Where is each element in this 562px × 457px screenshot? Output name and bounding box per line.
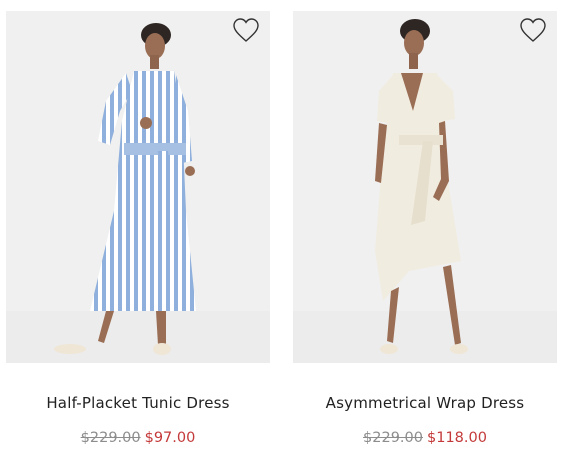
model-photo-striped-dress (6, 11, 270, 363)
product-price: $229.00 $97.00 (6, 430, 270, 446)
wishlist-button[interactable] (519, 17, 547, 43)
product-name[interactable]: Asymmetrical Wrap Dress (293, 394, 557, 412)
sale-price: $118.00 (427, 430, 487, 446)
model-photo-wrap-dress (293, 11, 557, 363)
original-price: $229.00 (80, 430, 141, 446)
product-image[interactable] (293, 11, 557, 363)
product-card[interactable]: Half-Placket Tunic Dress $229.00 $97.00 (6, 11, 270, 446)
sale-price: $97.00 (144, 430, 196, 446)
heart-outline-icon (520, 18, 546, 42)
original-price: $229.00 (363, 430, 423, 446)
product-price: $229.00 $118.00 (293, 430, 557, 446)
heart-outline-icon (233, 18, 259, 42)
product-grid: Half-Placket Tunic Dress $229.00$97.00 (0, 0, 562, 457)
product-card[interactable]: Asymmetrical Wrap Dress $229.00 $118.00 (293, 11, 557, 446)
wishlist-button[interactable] (232, 17, 260, 43)
product-name[interactable]: Half-Placket Tunic Dress (6, 394, 270, 412)
product-image[interactable] (6, 11, 270, 363)
